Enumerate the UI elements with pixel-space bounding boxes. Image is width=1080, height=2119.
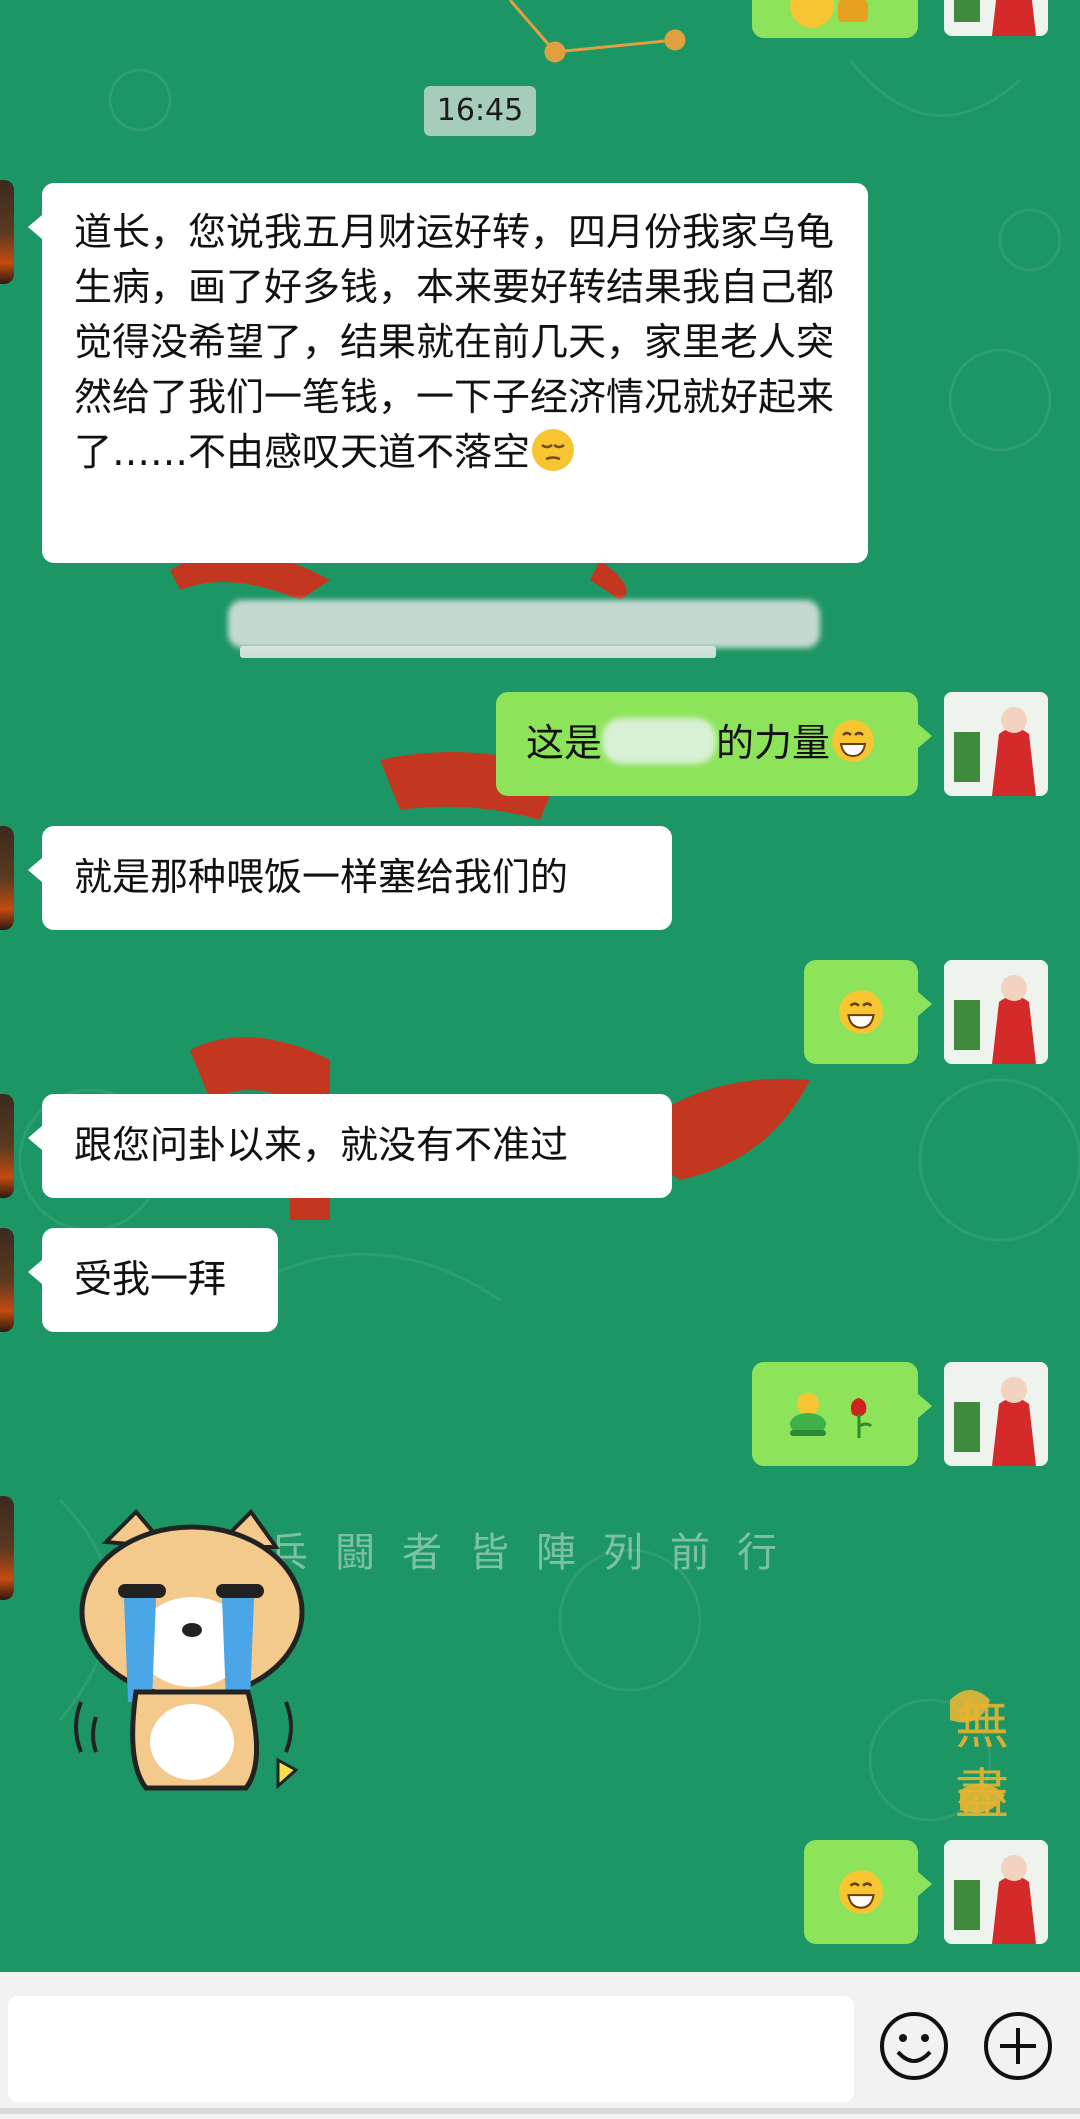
- contact-avatar[interactable]: [0, 180, 14, 284]
- message-bubble-outgoing[interactable]: 这是 的力量: [496, 692, 932, 796]
- redacted-underline: [240, 646, 716, 658]
- emoji-icon: [790, 0, 868, 28]
- message-text-end: 的力量: [716, 721, 831, 765]
- user-avatar[interactable]: [944, 1362, 1048, 1466]
- message-bubble-incoming[interactable]: 道长，您说我五月财运好转，四月份我家乌龟生病，画了好多钱，本来要好转结果我自己都…: [28, 183, 868, 563]
- avatar-image: [944, 1840, 1048, 1944]
- message-bubble-outgoing[interactable]: [752, 1362, 932, 1466]
- contact-avatar[interactable]: [0, 1228, 14, 1332]
- contact-avatar[interactable]: [0, 1094, 14, 1198]
- user-avatar[interactable]: [944, 0, 1048, 36]
- watermark-text: 兵闘者皆陣列前行: [268, 1530, 804, 1576]
- avatar-image: [944, 960, 1048, 1064]
- user-avatar[interactable]: [944, 960, 1048, 1064]
- timestamp: 16:45: [424, 86, 536, 136]
- message-text: 就是那种喂饭一样塞给我们的: [74, 855, 569, 899]
- message-text: 受我一拜: [74, 1257, 227, 1301]
- figure-and-rose-icon: [790, 1393, 873, 1438]
- avatar-image: [944, 0, 1048, 36]
- user-avatar[interactable]: [944, 692, 1048, 796]
- message-text: 跟您问卦以来，就没有不准过: [74, 1123, 569, 1167]
- message-text-start: 这是: [526, 721, 603, 765]
- contact-avatar[interactable]: [0, 826, 14, 930]
- pensive-face-icon: [532, 429, 575, 471]
- message-bubble-incoming[interactable]: 受我一拜: [28, 1228, 278, 1332]
- grinning-face-icon: [839, 1870, 883, 1914]
- redacted-word: [602, 718, 717, 764]
- avatar-image: [944, 1362, 1048, 1466]
- add-icon[interactable]: [982, 2010, 1054, 2082]
- message-bubble-incoming[interactable]: 跟您问卦以来，就没有不准过: [28, 1094, 672, 1198]
- user-avatar[interactable]: [944, 1840, 1048, 1944]
- message-input[interactable]: [8, 1996, 854, 2102]
- contact-avatar[interactable]: [0, 1496, 14, 1600]
- grinning-face-icon: [839, 990, 883, 1034]
- calligraphy-text: 無盡: [955, 1693, 1009, 1826]
- grinning-face-icon: [832, 720, 875, 762]
- message-bubble-incoming[interactable]: 就是那种喂饭一样塞给我们的: [28, 826, 672, 930]
- bottom-divider: [0, 2108, 1080, 2114]
- redacted-message: [228, 600, 820, 648]
- message-bubble-partial[interactable]: [752, 0, 918, 38]
- crying-dog-sticker[interactable]: [66, 1502, 314, 1808]
- emoji-icon[interactable]: [878, 2010, 950, 2082]
- message-text: 道长，您说我五月财运好转，四月份我家乌龟生病，画了好多钱，本来要好转结果我自己都…: [74, 210, 835, 474]
- message-bubble-outgoing[interactable]: [804, 1840, 932, 1944]
- avatar-image: [944, 692, 1048, 796]
- message-bubble-outgoing[interactable]: [804, 960, 932, 1064]
